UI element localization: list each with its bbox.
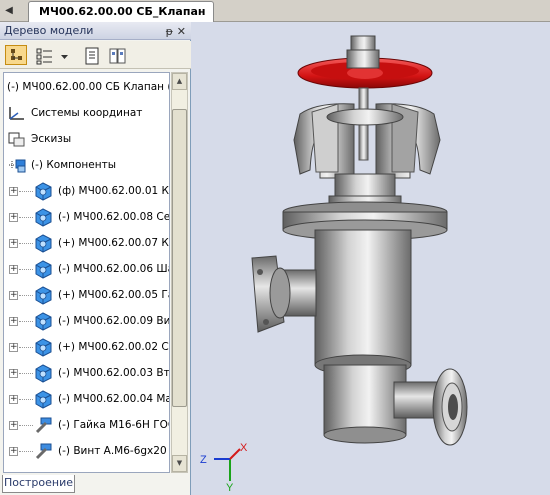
tree-root-label: (-) МЧ00.62.00.00 СБ Клапан (Тел [7,81,169,93]
tree-item-label: (-) МЧ00.62.00.09 Вин [58,315,170,327]
part-icon [35,364,52,383]
tree-connector [19,243,33,244]
expand-icon[interactable]: + [9,317,18,326]
tree-row-component[interactable]: + (+) МЧ00.62.00.02 Сто [4,334,170,360]
document-properties-icon [85,47,99,65]
tree-item-label: (-) МЧ00.62.00.08 Сед [58,211,170,223]
split-window-icon [109,48,126,64]
tree-row-root[interactable]: (-) МЧ00.62.00.00 СБ Клапан (Тел [4,74,169,100]
expand-icon[interactable]: + [9,421,18,430]
part-icon [35,208,52,227]
expand-icon[interactable]: + [9,447,18,456]
properties-button[interactable] [80,45,102,65]
tree-connector [19,191,33,192]
tree-row-coordinate-systems[interactable]: Системы координат [4,100,169,126]
tree-row-sketches[interactable]: Эскизы [4,126,169,152]
components-icon [9,159,26,173]
tree-connector [19,399,33,400]
tree-structure-icon [11,49,22,60]
model-tree-panel: Дерево модели ᵽ ✕ (-) МЧ00.62.00.00 СБ К… [0,22,191,495]
tree-row-component[interactable]: + (ф) МЧ00.62.00.01 Кор [4,178,170,204]
tree-connector [19,347,33,348]
tree-view-dropdown[interactable] [57,45,69,65]
tree-item-label: (ф) МЧ00.62.00.01 Кор [58,185,170,197]
tree-connector [19,269,33,270]
axis-triad: Z X Y [200,442,248,493]
standard-part-icon [35,417,52,434]
tree-item-label: (-) Гайка М16-6Н ГОС [58,419,170,431]
scroll-down-button[interactable]: ▼ [172,455,187,472]
expand-icon[interactable]: + [9,395,18,404]
axis-x-label: X [240,442,248,454]
tree-structure-button[interactable] [5,45,27,65]
tree-item-label: (-) МЧ00.62.00.04 Мах [58,393,170,405]
part-icon [35,338,52,357]
expand-icon[interactable]: + [9,187,18,196]
tree-connector [19,451,33,452]
close-icon[interactable]: ✕ [177,23,186,41]
tree-scrollbar[interactable]: ▲ ▼ [171,72,188,473]
tree-item-label: Системы координат [31,107,143,119]
axis-z-label: Z [200,454,207,466]
tree-item-label: (+) МЧ00.62.00.07 Кла [58,237,170,249]
tree-connector [19,425,33,426]
tree-item-label: (-) Винт А.М6-6gx20 Г [58,445,170,457]
panel-title: Дерево модели [4,24,94,37]
document-tab[interactable]: МЧ00.62.00.00 СБ_Клапан [28,1,214,22]
split-window-button[interactable] [106,45,128,65]
tree-row-component[interactable]: + (-) МЧ00.62.00.06 Шай [4,256,170,282]
expand-icon[interactable]: + [9,239,18,248]
part-icon [35,390,52,409]
part-icon [35,260,52,279]
list-check-icon [36,48,52,65]
tree-item-label: (-) МЧ00.62.00.06 Шай [58,263,170,275]
document-tab-bar: ◀ МЧ00.62.00.00 СБ_Клапан [0,0,550,22]
tree-row-component[interactable]: + (-) Винт А.М6-6gx20 Г [4,438,170,464]
3d-viewport[interactable]: Z X Y [192,22,550,495]
pin-icon[interactable]: ᵽ [166,23,173,41]
tree-connector [19,373,33,374]
expand-icon[interactable]: + [9,369,18,378]
tree-row-component[interactable]: + (-) Гайка М16-6Н ГОС [4,412,170,438]
tab-scroll-left-icon[interactable]: ◀ [3,4,15,18]
tree-row-component[interactable]: + (+) МЧ00.62.00.07 Кла [4,230,170,256]
coordinate-system-icon [9,107,24,120]
scroll-up-button[interactable]: ▲ [172,73,187,90]
tree-row-component[interactable]: + (-) МЧ00.62.00.03 Втул [4,360,170,386]
tab-construction[interactable]: Построение [2,475,75,493]
tree-item-label: Эскизы [31,133,72,145]
panel-header: Дерево модели ᵽ ✕ [0,22,191,40]
tree-row-component[interactable]: + (-) МЧ00.62.00.09 Вин [4,308,170,334]
chevron-down-icon [61,55,68,59]
tree-connector [19,321,33,322]
expand-icon[interactable]: + [9,265,18,274]
sketch-icon [8,132,25,147]
tree-connector [19,295,33,296]
expand-icon[interactable]: + [9,291,18,300]
tree-row-component[interactable]: + (+) МЧ00.62.00.05 Гай [4,282,170,308]
tree-toolbar [0,41,191,69]
tree-view-button[interactable] [33,45,55,65]
part-icon [35,312,52,331]
tree-item-label: (-) Компоненты [31,159,117,171]
scroll-thumb[interactable] [172,109,187,407]
model-tree: (-) МЧ00.62.00.00 СБ Клапан (Тел Системы… [3,72,170,473]
part-icon [35,286,52,305]
part-icon [35,234,52,253]
axis-y-label: Y [226,482,234,493]
expand-icon[interactable]: + [9,213,18,222]
tree-item-label: (-) МЧ00.62.00.03 Втул [58,367,170,379]
tree-row-component[interactable]: + (-) МЧ00.62.00.04 Мах [4,386,170,412]
tree-row-components[interactable]: (-) Компоненты [4,152,169,178]
tree-connector [19,217,33,218]
tree-row-component[interactable]: + (-) МЧ00.62.00.08 Сед [4,204,170,230]
expand-icon[interactable]: + [9,343,18,352]
part-icon [35,182,52,201]
tree-item-label: (+) МЧ00.62.00.02 Сто [58,341,170,353]
tree-item-label: (+) МЧ00.62.00.05 Гай [58,289,170,301]
standard-part-icon [35,443,52,460]
valve-3d-model [251,35,468,446]
